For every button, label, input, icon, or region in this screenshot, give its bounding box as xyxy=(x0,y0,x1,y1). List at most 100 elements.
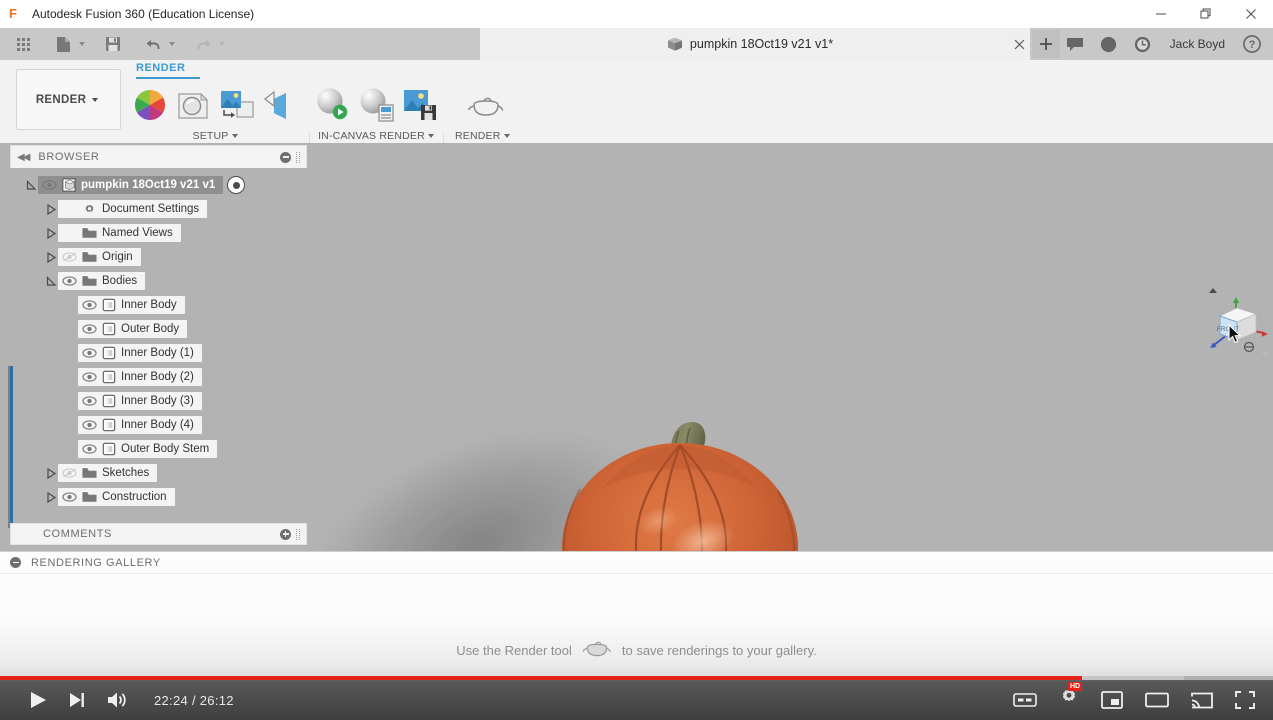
circle-plus-icon[interactable] xyxy=(280,528,291,540)
browser-tree-row[interactable]: Outer Body xyxy=(10,317,307,341)
ribbon-group-in-canvas-render-label[interactable]: IN-CANVAS RENDER xyxy=(318,130,434,142)
browser-tree-item[interactable]: Named Views xyxy=(58,224,181,242)
twisty-collapsed-icon[interactable] xyxy=(44,226,58,240)
browser-tree-row[interactable]: Outer Body Stem xyxy=(10,437,307,461)
eye-visible-icon[interactable] xyxy=(82,299,97,311)
texture-map-controls-icon[interactable] xyxy=(262,87,298,128)
browser-tree-row[interactable]: Inner Body (2) xyxy=(10,365,307,389)
browser-tree-item[interactable]: Inner Body (1) xyxy=(78,344,202,362)
eye-visible-icon[interactable] xyxy=(82,371,97,383)
decal-icon[interactable] xyxy=(218,85,256,128)
comments-grip-icon[interactable] xyxy=(296,528,300,540)
workspace-switcher-button[interactable]: RENDER xyxy=(16,69,121,130)
next-video-button[interactable] xyxy=(68,691,86,709)
ribbon-group-render-label[interactable]: RENDER xyxy=(455,130,510,142)
browser-tree-row[interactable]: Origin xyxy=(10,245,307,269)
browser-tree-row[interactable]: Document Settings xyxy=(10,197,307,221)
new-tab-button[interactable] xyxy=(1032,30,1060,58)
settings-gear-icon[interactable]: HD xyxy=(1059,681,1083,713)
user-name-label[interactable]: Jack Boyd xyxy=(1162,37,1233,51)
browser-tree-item[interactable]: Inner Body xyxy=(78,296,185,314)
appearance-icon[interactable] xyxy=(132,87,168,128)
close-button[interactable] xyxy=(1228,0,1273,28)
eye-visible-icon[interactable] xyxy=(62,491,77,503)
save-icon[interactable] xyxy=(100,31,126,57)
render-teapot-icon[interactable] xyxy=(466,93,506,128)
eye-hidden-icon[interactable] xyxy=(62,251,77,263)
recent-icon[interactable] xyxy=(1128,31,1158,57)
twisty-collapsed-icon[interactable] xyxy=(44,250,58,264)
twisty-collapsed-icon[interactable] xyxy=(44,202,58,216)
eye-visible-icon[interactable] xyxy=(82,443,97,455)
undo-caret-icon[interactable] xyxy=(169,42,175,46)
theater-mode-icon[interactable] xyxy=(1145,691,1169,709)
browser-tree-item-label: Named Views xyxy=(102,227,173,239)
browser-tree-item[interactable]: Sketches xyxy=(58,464,158,482)
eye-visible-icon[interactable] xyxy=(62,275,77,287)
twisty-expanded-icon[interactable] xyxy=(44,274,58,288)
play-button[interactable] xyxy=(28,690,48,710)
capture-image-icon[interactable] xyxy=(401,85,439,128)
browser-tree-item[interactable]: Inner Body (2) xyxy=(78,368,202,386)
twisty-collapsed-icon[interactable] xyxy=(44,490,58,504)
eye-visible-icon[interactable] xyxy=(82,419,97,431)
minimize-button[interactable] xyxy=(1138,0,1183,28)
volume-button[interactable] xyxy=(106,690,128,710)
browser-tree-item[interactable]: Outer Body Stem xyxy=(78,440,218,458)
eye-visible-icon[interactable] xyxy=(42,179,57,191)
browser-tree-item[interactable]: Document Settings xyxy=(58,200,208,218)
browser-tree-row[interactable]: Inner Body (3) xyxy=(10,389,307,413)
twisty-collapsed-icon[interactable] xyxy=(44,466,58,480)
job-status-icon[interactable] xyxy=(1094,31,1124,57)
ribbon-group-setup-label[interactable]: SETUP xyxy=(192,130,238,142)
undo-icon[interactable] xyxy=(140,31,166,57)
captions-icon[interactable] xyxy=(1013,692,1037,708)
app-grid-icon[interactable] xyxy=(10,31,36,57)
browser-tree-row[interactable]: Inner Body (4) xyxy=(10,413,307,437)
comments-panel-header[interactable]: COMMENTS xyxy=(10,523,307,545)
in-canvas-render-icon[interactable] xyxy=(313,85,351,128)
browser-tree-row[interactable]: Named Views xyxy=(10,221,307,245)
activate-component-radio[interactable] xyxy=(227,176,246,194)
eye-visible-icon[interactable] xyxy=(82,395,97,407)
eye-visible-icon[interactable] xyxy=(82,347,97,359)
browser-tree-row[interactable]: Construction xyxy=(10,485,307,509)
redo-caret-icon[interactable] xyxy=(219,42,225,46)
document-tab-close-button[interactable] xyxy=(1008,28,1030,60)
panel-grip-icon[interactable] xyxy=(296,151,300,163)
fullscreen-icon[interactable] xyxy=(1235,691,1255,709)
browser-panel-header[interactable]: ◀◀ BROWSER xyxy=(10,145,307,168)
browser-tree-row[interactable]: Bodies xyxy=(10,269,307,293)
eye-hidden-icon[interactable] xyxy=(62,467,77,479)
new-document-caret-icon[interactable] xyxy=(79,42,85,46)
double-chevron-left-icon[interactable]: ◀◀ xyxy=(17,152,30,163)
circle-minus-icon[interactable] xyxy=(280,151,291,163)
tab-render[interactable]: RENDER xyxy=(136,62,200,80)
browser-tree-row[interactable]: Inner Body xyxy=(10,293,307,317)
browser-tree-item[interactable]: Origin xyxy=(58,248,141,266)
in-canvas-render-settings-icon[interactable] xyxy=(357,85,395,128)
new-document-icon[interactable] xyxy=(50,31,76,57)
browser-tree-item[interactable]: Inner Body (4) xyxy=(78,416,202,434)
restore-button[interactable] xyxy=(1183,0,1228,28)
cast-icon[interactable] xyxy=(1191,691,1213,709)
miniplayer-icon[interactable] xyxy=(1101,691,1123,709)
browser-tree-item[interactable]: Outer Body xyxy=(78,320,188,338)
twisty-expanded-icon[interactable] xyxy=(24,178,38,192)
browser-tree-item[interactable]: Inner Body (3) xyxy=(78,392,202,410)
eye-visible-icon[interactable] xyxy=(82,323,97,335)
browser-tree-row[interactable]: Sketches xyxy=(10,461,307,485)
browser-tree-item[interactable]: Bodies xyxy=(58,272,146,290)
document-tab[interactable]: pumpkin 18Oct19 v21 v1* xyxy=(480,28,1020,60)
home-icon xyxy=(1209,288,1217,293)
help-icon[interactable]: ? xyxy=(1237,31,1267,57)
browser-tree-item[interactable]: Construction xyxy=(58,488,175,506)
browser-tree-row[interactable]: pumpkin 18Oct19 v21 v1 xyxy=(10,173,307,197)
gallery-circle-minus-icon[interactable] xyxy=(10,557,21,568)
browser-tree-row[interactable]: Inner Body (1) xyxy=(10,341,307,365)
scene-settings-icon[interactable] xyxy=(174,85,212,128)
redo-icon[interactable] xyxy=(190,31,216,57)
comments-icon[interactable] xyxy=(1060,31,1090,57)
rendering-gallery-header[interactable]: RENDERING GALLERY xyxy=(0,552,1273,574)
browser-tree-item[interactable]: pumpkin 18Oct19 v21 v1 xyxy=(38,176,224,194)
